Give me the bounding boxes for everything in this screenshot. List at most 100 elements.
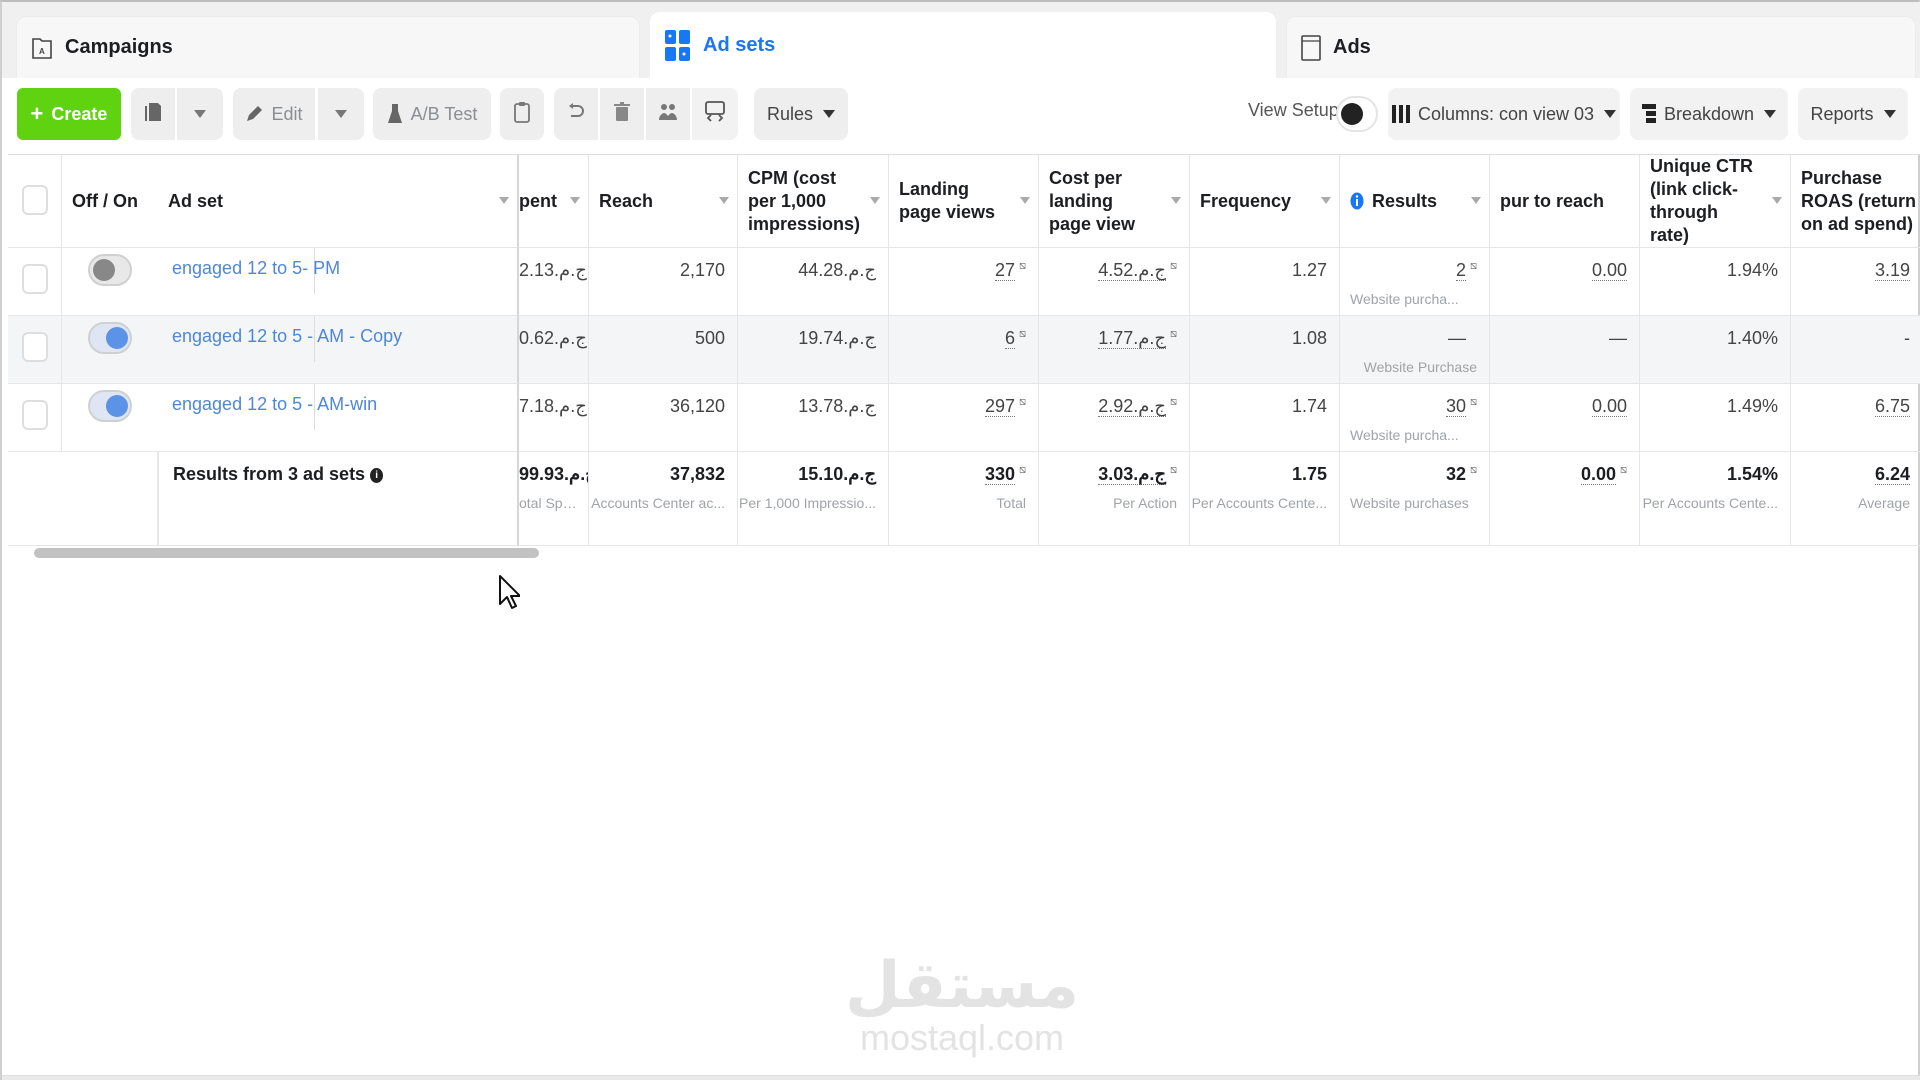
header-frequency[interactable]: Frequency xyxy=(1190,155,1340,248)
tab-campaigns[interactable]: A Campaigns xyxy=(16,16,640,78)
header-frequency-label: Frequency xyxy=(1200,190,1292,211)
reports-dropdown[interactable]: Reports xyxy=(1798,88,1908,140)
summary-unique-ctr-value: 1.54% xyxy=(1726,464,1778,484)
undo-button[interactable] xyxy=(554,88,598,140)
audience-button[interactable] xyxy=(646,88,690,140)
summary-cost-lpv-value[interactable]: 3.03.ج.م xyxy=(1098,465,1166,485)
header-reach-label: Reach xyxy=(599,190,654,211)
export-button[interactable] xyxy=(692,88,738,140)
info-icon[interactable]: i xyxy=(370,467,384,483)
create-button[interactable]: + Create xyxy=(17,88,121,140)
edit-dropdown[interactable] xyxy=(318,88,364,140)
pur-to-reach-value[interactable]: 0.00 xyxy=(1591,397,1627,417)
header-purchase-roas[interactable]: Purchase ROAS (return on ad spend) xyxy=(1791,155,1920,248)
info-icon[interactable] xyxy=(1350,192,1364,210)
grid-icon xyxy=(665,29,691,62)
ad-set-name-link[interactable]: engaged 12 to 5- PM xyxy=(172,258,340,279)
summary-cost-lpv-subtitle: Per Action xyxy=(1113,495,1177,511)
view-setup-toggle[interactable] xyxy=(1336,96,1378,132)
lpv-value[interactable]: 6 xyxy=(1004,329,1015,349)
plus-icon: + xyxy=(30,101,44,126)
sort-icon[interactable] xyxy=(1772,197,1782,204)
tab-ad-sets[interactable]: Ad sets xyxy=(650,12,1276,78)
sort-icon[interactable] xyxy=(570,197,580,204)
ab-test-button[interactable]: A/B Test xyxy=(373,88,491,140)
sort-icon[interactable] xyxy=(719,197,729,204)
breakdown-dropdown[interactable]: Breakdown xyxy=(1630,88,1788,140)
cost-lpv-value[interactable]: 4.52.ج.م xyxy=(1098,261,1166,281)
edit-button[interactable]: Edit xyxy=(233,88,315,140)
header-lpv-label: Landing page views xyxy=(899,179,996,222)
roas-value[interactable]: - xyxy=(1904,328,1910,349)
ad-set-toggle[interactable] xyxy=(88,322,132,354)
ad-set-name-link[interactable]: engaged 12 to 5 - AM - Copy xyxy=(172,326,402,347)
sort-icon[interactable] xyxy=(1321,197,1331,204)
ad-set-name-link[interactable]: engaged 12 to 5 - AM-win xyxy=(172,394,377,415)
horizontal-scrollbar[interactable] xyxy=(34,548,539,558)
compare-icon: ⧅ xyxy=(1019,260,1026,272)
header-ad-set[interactable]: Ad set xyxy=(158,155,519,248)
header-results[interactable]: Results xyxy=(1340,155,1490,248)
sort-icon[interactable] xyxy=(870,197,880,204)
row-checkbox[interactable] xyxy=(22,400,48,430)
results-value[interactable]: — xyxy=(1448,328,1466,349)
header-off-on[interactable]: Off / On xyxy=(62,155,158,248)
watermark-arabic: مستقل xyxy=(844,949,1080,1023)
rules-dropdown[interactable]: Rules xyxy=(754,88,848,140)
ad-set-toggle[interactable] xyxy=(88,254,132,286)
header-cpm-label: CPM (cost per 1,000 impressions) xyxy=(748,167,861,234)
lpv-value[interactable]: 27 xyxy=(994,261,1015,281)
header-pur-to-reach[interactable]: pur to reach xyxy=(1490,155,1640,248)
cost-lpv-value[interactable]: 1.77.ج.م xyxy=(1098,329,1166,349)
chevron-down-icon xyxy=(823,110,836,118)
results-value[interactable]: 2 xyxy=(1455,261,1466,281)
frequency-value: 1.74 xyxy=(1291,396,1327,416)
sort-icon[interactable] xyxy=(1171,197,1181,204)
tab-ad-sets-label: Ad sets xyxy=(703,34,776,56)
summary-pur-to-reach-value[interactable]: 0.00 xyxy=(1580,465,1616,485)
reach-value: 2,170 xyxy=(679,260,725,280)
pur-to-reach-value[interactable]: 0.00 xyxy=(1591,261,1627,281)
select-all-cell xyxy=(8,155,62,248)
unique-ctr-value: 1.40% xyxy=(1726,328,1778,348)
columns-label: Columns: con view 03 xyxy=(1417,103,1595,124)
summary-roas-value[interactable]: 6.24 xyxy=(1874,465,1910,485)
delete-button[interactable] xyxy=(600,88,644,140)
lpv-value[interactable]: 297 xyxy=(984,397,1015,417)
sort-icon[interactable] xyxy=(1020,197,1030,204)
sort-icon[interactable] xyxy=(499,197,509,204)
duplicate-dropdown[interactable] xyxy=(177,88,223,140)
header-landing-page-views[interactable]: Landing page views xyxy=(889,155,1039,248)
select-all-checkbox[interactable] xyxy=(22,185,48,215)
header-reach[interactable]: Reach xyxy=(589,155,738,248)
ad-set-toggle[interactable] xyxy=(88,390,132,422)
columns-dropdown[interactable]: Columns: con view 03 xyxy=(1388,88,1620,140)
duplicate-button[interactable] xyxy=(131,88,175,140)
summary-results-value: 32 xyxy=(1445,464,1466,484)
header-cpm[interactable]: CPM (cost per 1,000 impressions) xyxy=(738,155,889,248)
spent-value: 2.13.ج.م xyxy=(519,260,587,280)
spent-value: 0.62.ج.م xyxy=(519,328,587,348)
roas-value[interactable]: 3.19 xyxy=(1874,261,1910,281)
compare-icon: ⧅ xyxy=(1170,396,1177,408)
results-value[interactable]: 30 xyxy=(1445,397,1466,417)
clipboard-button[interactable] xyxy=(500,88,544,140)
cost-lpv-value[interactable]: 2.92.ج.م xyxy=(1098,397,1166,417)
roas-value[interactable]: 6.75 xyxy=(1874,397,1910,417)
view-setup-label: View Setup xyxy=(1248,100,1339,120)
watermark-latin: mostaql.com xyxy=(859,1017,1065,1058)
header-unique-ctr[interactable]: Unique CTR (link click-through rate) xyxy=(1640,155,1791,248)
row-checkbox[interactable] xyxy=(22,264,48,294)
header-spent-label: pent xyxy=(519,190,557,211)
breakdown-icon xyxy=(1641,104,1656,124)
sort-icon[interactable] xyxy=(1471,197,1481,204)
row-checkbox[interactable] xyxy=(22,332,48,362)
ads-manager-window: A Campaigns Ad sets Ads + Create Edit A/… xyxy=(0,0,1920,1080)
tab-ads[interactable]: Ads xyxy=(1286,16,1916,78)
header-cost-per-lpv[interactable]: Cost per landing page view xyxy=(1039,155,1190,248)
summary-lpv-value[interactable]: 330 xyxy=(984,465,1015,485)
header-spent[interactable]: pent xyxy=(519,155,589,248)
frequency-value: 1.27 xyxy=(1291,260,1327,280)
pur-to-reach-value[interactable]: — xyxy=(1609,328,1627,349)
compare-icon: ⧅ xyxy=(1170,328,1177,340)
